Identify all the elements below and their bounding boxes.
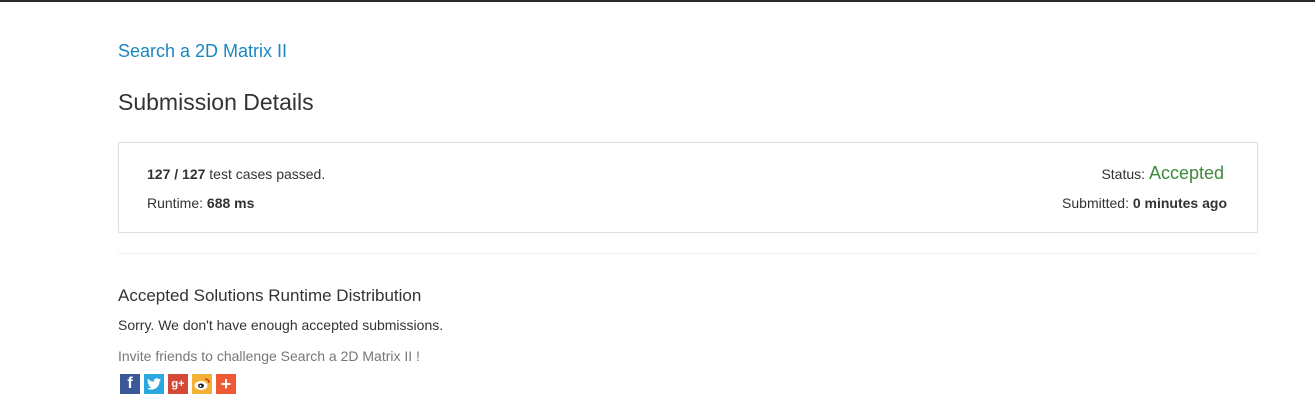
invite-text: Invite friends to challenge Search a 2D … — [118, 348, 420, 364]
status-summary: Status: Accepted — [1101, 163, 1224, 184]
runtime-label: Runtime: — [147, 195, 204, 211]
top-border — [0, 0, 1315, 2]
problem-title-link[interactable]: Search a 2D Matrix II — [118, 41, 287, 62]
test-cases-label: test cases passed. — [209, 166, 326, 182]
submission-result-panel: 127 / 127 test cases passed. Runtime: 68… — [118, 142, 1258, 233]
runtime-value: 688 ms — [206, 195, 255, 211]
facebook-icon[interactable]: f — [120, 374, 140, 394]
count-separator: / — [174, 166, 179, 182]
runtime-summary: Runtime: 688 ms — [147, 195, 254, 211]
test-cases-summary: 127 / 127 test cases passed. — [147, 166, 325, 182]
passed-count: 127 — [147, 166, 171, 182]
distribution-message: Sorry. We don't have enough accepted sub… — [118, 317, 444, 333]
google-plus-icon[interactable]: g+ — [168, 374, 188, 394]
share-buttons: f g+ + — [120, 374, 236, 394]
submitted-summary: Submitted: 0 minutes ago — [1062, 195, 1227, 211]
more-share-icon[interactable]: + — [216, 374, 236, 394]
submitted-label: Submitted: — [1062, 195, 1129, 211]
twitter-bird-glyph — [147, 378, 161, 390]
page-title: Submission Details — [118, 89, 314, 115]
distribution-title: Accepted Solutions Runtime Distribution — [118, 286, 422, 305]
status-badge: Accepted — [1148, 163, 1224, 183]
weibo-icon[interactable] — [192, 374, 212, 394]
section-divider — [118, 253, 1258, 254]
total-count: 127 — [182, 166, 206, 182]
twitter-icon[interactable] — [144, 374, 164, 394]
submitted-time: 0 minutes ago — [1132, 195, 1227, 211]
status-label: Status: — [1101, 166, 1146, 182]
weibo-eye-glyph — [194, 378, 210, 390]
